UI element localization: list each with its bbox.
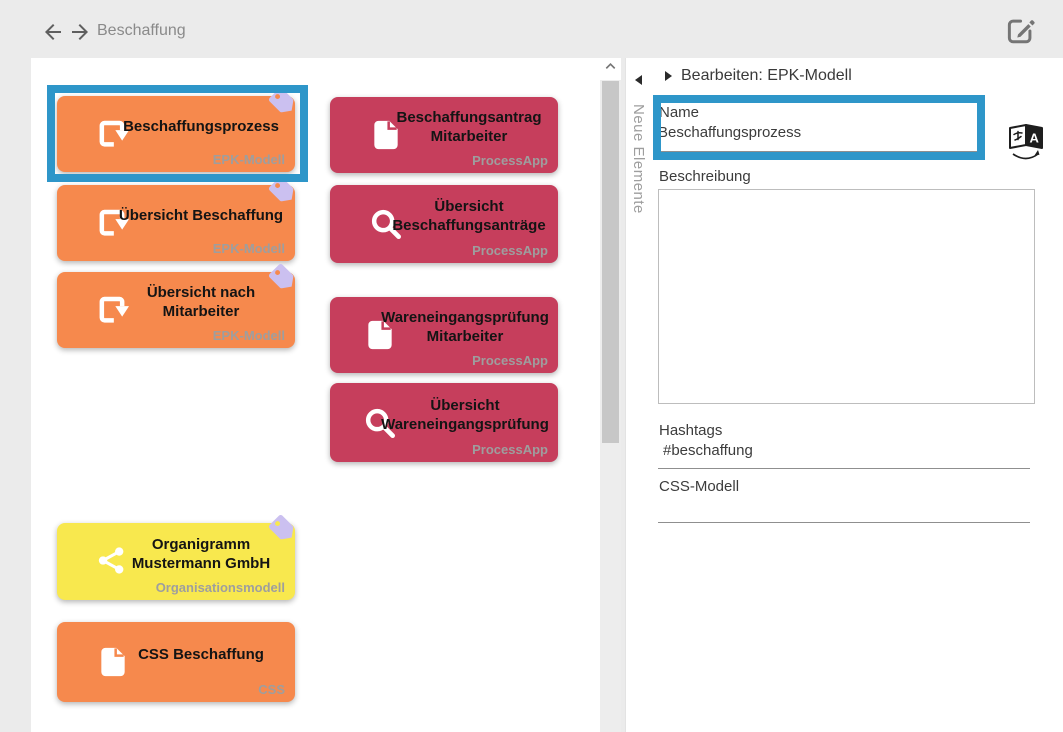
tile-beschaffungsantrag-mitarbeiter[interactable]: Beschaffungsantrag Mitarbeiter ProcessAp… <box>330 97 558 173</box>
translate-icon: A <box>1004 156 1048 171</box>
tile-uebersicht-beschaffung[interactable]: Übersicht Beschaffung EPK-Modell <box>57 185 295 261</box>
vertical-scrollbar[interactable] <box>600 58 621 732</box>
topbar: Beschaffung <box>0 0 1063 58</box>
breadcrumb-title: Beschaffung <box>97 22 186 40</box>
tile-type-label: Organisationsmodell <box>156 580 285 595</box>
hashtags-input-underline <box>658 468 1030 469</box>
css-modell-label: CSS-Modell <box>659 478 739 495</box>
tile-type-label: EPK-Modell <box>213 152 285 167</box>
edit-panel: Bearbeiten: EPK-Modell Name A Beschreibu… <box>653 58 1063 732</box>
tile-uebersicht-nach-mitarbeiter[interactable]: Übersicht nach Mitarbeiter EPK-Modell <box>57 272 295 348</box>
tile-css-beschaffung[interactable]: CSS Beschaffung CSS <box>57 622 295 702</box>
tile-type-label: ProcessApp <box>472 153 548 168</box>
css-modell-input[interactable] <box>658 496 1030 513</box>
name-label: Name <box>659 104 699 121</box>
back-button[interactable] <box>41 20 65 44</box>
tile-title: Übersicht Beschaffungsanträge <box>384 185 554 249</box>
new-elements-label: Neue Elemente <box>630 104 647 214</box>
edit-pencil-square-icon <box>1003 36 1037 51</box>
chevron-up-icon <box>603 59 618 79</box>
panel-title: Bearbeiten: EPK-Modell <box>681 67 852 85</box>
name-input-underline <box>658 151 978 152</box>
forward-button[interactable] <box>68 20 92 44</box>
panel-header: Bearbeiten: EPK-Modell <box>665 67 852 85</box>
description-textarea[interactable] <box>658 189 1035 404</box>
tile-type-label: EPK-Modell <box>213 328 285 343</box>
tile-title: CSS Beschaffung <box>111 622 291 688</box>
expand-right-icon[interactable] <box>665 71 672 81</box>
hashtags-label: Hashtags <box>659 422 722 439</box>
hashtags-input[interactable] <box>658 442 1030 459</box>
tile-type-label: EPK-Modell <box>213 241 285 256</box>
translate-button[interactable]: A <box>1004 118 1048 168</box>
tile-organigramm-mustermann[interactable]: Organigramm Mustermann GmbH Organisation… <box>57 523 295 600</box>
tile-title: Beschaffungsantrag Mitarbeiter <box>384 97 554 159</box>
tile-type-label: CSS <box>258 682 285 697</box>
new-elements-tab[interactable]: Neue Elemente <box>625 58 653 732</box>
description-label: Beschreibung <box>659 168 751 185</box>
name-input[interactable] <box>658 124 975 141</box>
tile-wareneingangspruefung-mitarbeiter[interactable]: Wareneingangsprüfung Mitarbeiter Process… <box>330 297 558 373</box>
tile-type-label: ProcessApp <box>472 243 548 258</box>
tile-uebersicht-wareneingangspruefung[interactable]: Übersicht Wareneingangsprüfung ProcessAp… <box>330 383 558 462</box>
arrow-right-icon <box>68 32 92 47</box>
tile-beschaffungsprozess[interactable]: Beschaffungsprozess EPK-Modell <box>57 96 295 172</box>
svg-text:A: A <box>1030 131 1040 146</box>
app-window: Beschaffung Beschaffungsprozess EPK-Mode… <box>0 0 1063 732</box>
tile-title: Übersicht Wareneingangsprüfung <box>376 383 554 448</box>
collapse-left-icon[interactable] <box>635 75 642 85</box>
arrow-left-icon <box>41 32 65 47</box>
tile-title: Wareneingangsprüfung Mitarbeiter <box>376 297 554 359</box>
scroll-up-button[interactable] <box>600 58 621 80</box>
tile-type-label: ProcessApp <box>472 353 548 368</box>
tile-uebersicht-beschaffungsantraege[interactable]: Übersicht Beschaffungsanträge ProcessApp <box>330 185 558 263</box>
diagram-canvas[interactable]: Beschaffungsprozess EPK-Modell Übersicht… <box>31 58 600 732</box>
scrollbar-thumb[interactable] <box>602 81 619 443</box>
edit-button[interactable] <box>1002 14 1038 48</box>
tile-type-label: ProcessApp <box>472 442 548 457</box>
css-modell-input-underline <box>658 522 1030 523</box>
